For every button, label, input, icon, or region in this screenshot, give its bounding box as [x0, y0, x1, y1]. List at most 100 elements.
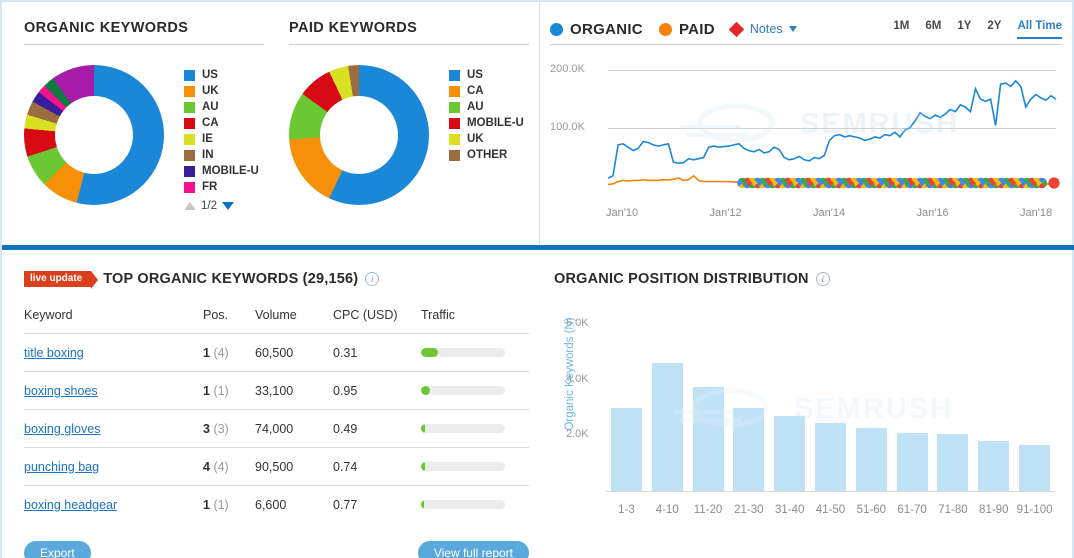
table-footer: Export View full report — [24, 541, 529, 558]
legend-item-mobile-u[interactable]: MOBILE-U — [449, 115, 524, 131]
bar-81-90[interactable] — [978, 441, 1009, 491]
legend-item-uk[interactable]: UK — [184, 83, 259, 99]
distribution-section-title: ORGANIC POSITION DISTRIBUTION — [554, 271, 809, 287]
time-range-1m[interactable]: 1M — [893, 20, 909, 39]
legend-item-label: AU — [202, 101, 219, 113]
legend-swatch-icon — [184, 150, 195, 161]
cell-keyword: boxing gloves — [24, 410, 203, 448]
cell-volume: 60,500 — [255, 334, 333, 372]
bar-21-30[interactable] — [733, 408, 764, 492]
time-range-6m[interactable]: 6M — [925, 20, 941, 39]
cell-position: 1 (1) — [203, 486, 255, 524]
traffic-bar-fill — [421, 462, 425, 471]
position-current: 3 — [203, 422, 210, 436]
legend-item-label: IN — [202, 149, 214, 161]
legend-item-label: CA — [202, 117, 219, 129]
bar-1-3[interactable] — [611, 408, 642, 492]
traffic-bar-fill — [421, 424, 425, 433]
legend-item-au[interactable]: AU — [184, 99, 259, 115]
position-current: 1 — [203, 498, 210, 512]
legend-paid[interactable]: PAID — [659, 21, 715, 38]
legend-item-ie[interactable]: IE — [184, 131, 259, 147]
keyword-link[interactable]: title boxing — [24, 346, 84, 360]
column-header-keyword[interactable]: Keyword — [24, 308, 203, 334]
organic-keywords-donut-chart[interactable] — [24, 65, 164, 205]
cell-position: 4 (4) — [203, 448, 255, 486]
time-range-2y[interactable]: 2Y — [987, 20, 1001, 39]
legend-swatch-icon — [184, 118, 195, 129]
bar-51-60[interactable] — [856, 428, 887, 491]
x-axis-tick-label: 61-70 — [889, 504, 935, 516]
legend-pagination[interactable]: 1/2 — [184, 197, 259, 214]
keyword-link[interactable]: punching bag — [24, 460, 99, 474]
organic-series-dot-icon — [550, 23, 563, 36]
legend-item-ca[interactable]: CA — [449, 83, 524, 99]
legend-item-us[interactable]: US — [184, 67, 259, 83]
notes-dropdown[interactable]: Notes — [731, 22, 797, 36]
info-icon[interactable]: i — [365, 272, 379, 286]
table-row[interactable]: title boxing1 (4)60,5000.31 — [24, 334, 529, 372]
table-row[interactable]: punching bag4 (4)90,5000.74 — [24, 448, 529, 486]
column-header-cpc[interactable]: CPC (USD) — [333, 308, 421, 334]
x-axis-tick-label: Jan'16 — [917, 207, 949, 219]
cell-traffic — [421, 410, 529, 448]
chevron-down-icon — [789, 26, 797, 32]
legend-item-fr[interactable]: FR — [184, 179, 259, 195]
legend-item-other[interactable]: OTHER — [449, 147, 524, 163]
bar-91-100[interactable] — [1019, 445, 1050, 491]
x-axis-tick-label: 91-100 — [1012, 504, 1058, 516]
table-row[interactable]: boxing shoes1 (1)33,1000.95 — [24, 372, 529, 410]
column-header-volume[interactable]: Volume — [255, 308, 333, 334]
keyword-trend-panel: ORGANIC PAID Notes 1M6M1Y2YAll Time 100.… — [550, 18, 1062, 219]
page-up-icon[interactable] — [184, 202, 196, 210]
table-row[interactable]: boxing gloves3 (3)74,0000.49 — [24, 410, 529, 448]
trend-line-chart[interactable]: 100.0K200.0KJan'10Jan'12Jan'14Jan'16Jan'… — [550, 51, 1062, 219]
x-axis-tick-label: 11-20 — [685, 504, 731, 516]
legend-item-us[interactable]: US — [449, 67, 524, 83]
bar-4-10[interactable] — [652, 363, 683, 491]
organic-keywords-title: ORGANIC KEYWORDS — [24, 20, 264, 36]
legend-item-label: CA — [467, 85, 484, 97]
x-axis-tick-label: Jan'12 — [710, 207, 742, 219]
x-axis-tick-label: Jan'14 — [813, 207, 845, 219]
column-header-traffic[interactable]: Traffic — [421, 308, 529, 334]
time-range-all-time[interactable]: All Time — [1017, 20, 1062, 39]
notes-diamond-icon — [729, 21, 745, 37]
legend-item-in[interactable]: IN — [184, 147, 259, 163]
export-button[interactable]: Export — [24, 541, 91, 558]
cell-cpc: 0.74 — [333, 448, 421, 486]
legend-item-mobile-u[interactable]: MOBILE-U — [184, 163, 259, 179]
position-distribution-bar-chart[interactable]: 2.0K4.0K6.0KOrganic Keywords (N)1-34-101… — [554, 310, 1059, 522]
legend-item-uk[interactable]: UK — [449, 131, 524, 147]
cell-volume: 74,000 — [255, 410, 333, 448]
bar-31-40[interactable] — [774, 416, 805, 491]
bar-11-20[interactable] — [693, 387, 724, 491]
keyword-link[interactable]: boxing gloves — [24, 422, 100, 436]
legend-swatch-icon — [184, 86, 195, 97]
organic-keywords-legend: US UK AU CA IE IN MOBILE-U FR 1/2 — [184, 67, 259, 214]
x-axis-tick-label: 41-50 — [808, 504, 854, 516]
bar-71-80[interactable] — [937, 434, 968, 491]
legend-item-label: UK — [202, 85, 219, 97]
keyword-link[interactable]: boxing headgear — [24, 498, 117, 512]
cell-traffic — [421, 486, 529, 524]
time-range-1y[interactable]: 1Y — [957, 20, 971, 39]
x-axis-tick-label: Jan'10 — [606, 207, 638, 219]
view-full-report-button[interactable]: View full report — [418, 541, 529, 558]
bar-41-50[interactable] — [815, 423, 846, 491]
semrush-dashboard: ORGANIC KEYWORDS US UK AU CA IE IN MOBILE-U FR 1… — [0, 0, 1074, 558]
legend-organic[interactable]: ORGANIC — [550, 21, 643, 38]
keyword-link[interactable]: boxing shoes — [24, 384, 98, 398]
column-header-pos[interactable]: Pos. — [203, 308, 255, 334]
traffic-bar-track — [421, 386, 505, 395]
legend-item-label: FR — [202, 181, 217, 193]
bar-61-70[interactable] — [897, 433, 928, 491]
page-down-icon[interactable] — [222, 202, 234, 210]
paid-keywords-donut-chart[interactable] — [289, 65, 429, 205]
table-row[interactable]: boxing headgear1 (1)6,6000.77 — [24, 486, 529, 524]
legend-item-ca[interactable]: CA — [184, 115, 259, 131]
position-current: 4 — [203, 460, 210, 474]
cell-cpc: 0.95 — [333, 372, 421, 410]
info-icon[interactable]: i — [816, 272, 830, 286]
legend-item-au[interactable]: AU — [449, 99, 524, 115]
